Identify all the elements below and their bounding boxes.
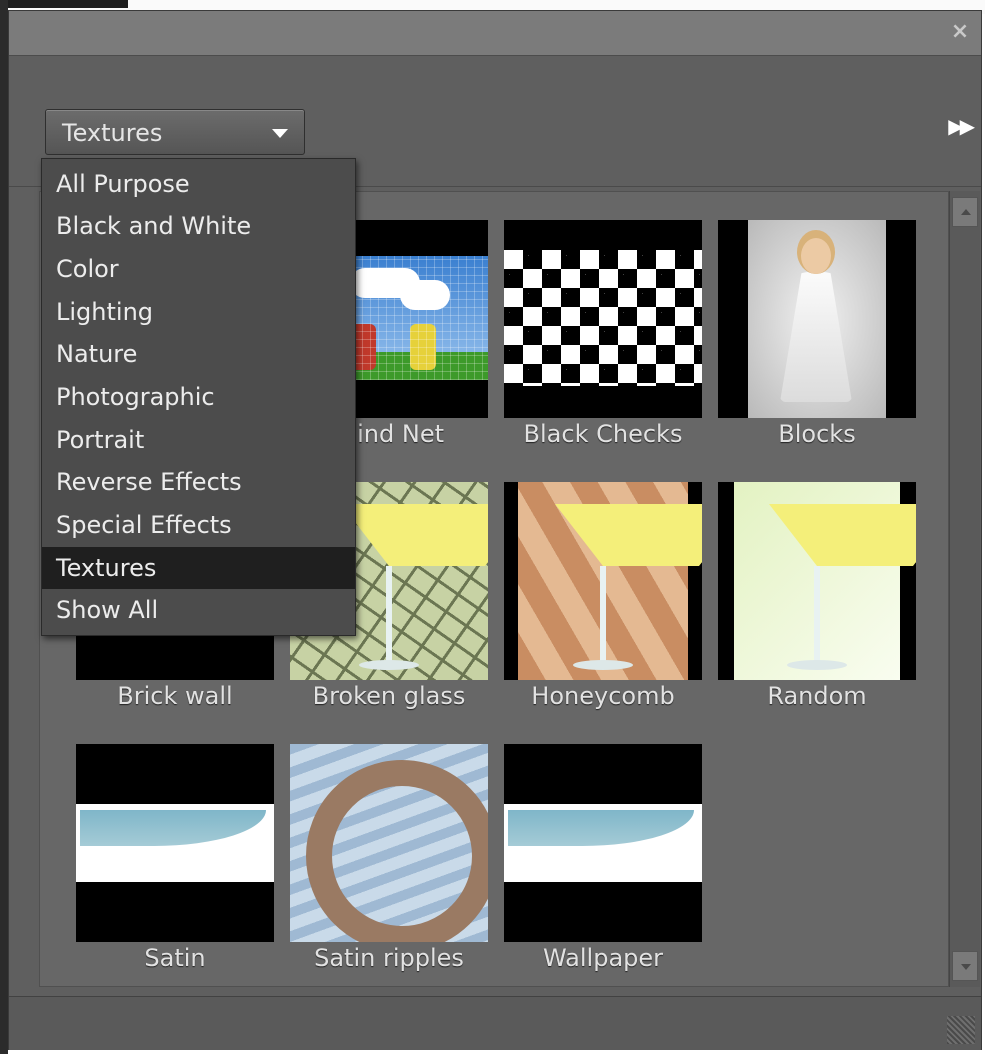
menu-item-color[interactable]: Color xyxy=(42,248,355,290)
thumbnail-satin-ripples[interactable] xyxy=(290,744,488,942)
thumbnail-satin[interactable] xyxy=(76,744,274,942)
scroll-up-button[interactable] xyxy=(952,197,978,227)
thumb-checkerboard xyxy=(504,250,702,386)
menu-item-photographic[interactable]: Photographic xyxy=(42,376,355,418)
thumb-glass-base xyxy=(787,660,847,670)
menu-item-all-purpose[interactable]: All Purpose xyxy=(42,163,355,205)
thumbnail-honeycomb[interactable] xyxy=(504,482,702,680)
thumbnail-black-checks[interactable] xyxy=(504,220,702,418)
thumbnail-label: Brick wall xyxy=(117,682,233,710)
thumbnail-label: Broken glass xyxy=(312,682,466,710)
effects-panel-window: × Textures ▶▶ Blind Net Black Checks Blo… xyxy=(0,0,985,1054)
menu-item-special-effects[interactable]: Special Effects xyxy=(42,504,355,546)
thumb-glass-stem xyxy=(600,566,606,666)
menu-item-reverse-effects[interactable]: Reverse Effects xyxy=(42,461,355,503)
thumb-glass-stem xyxy=(814,566,820,666)
menu-item-textures[interactable]: Textures xyxy=(42,547,355,589)
category-dropdown-menu: All Purpose Black and White Color Lighti… xyxy=(41,158,356,636)
thumbnail-wallpaper[interactable] xyxy=(504,744,702,942)
thumb-glass-base xyxy=(359,660,419,670)
thumb-ring xyxy=(306,760,488,942)
menu-item-black-and-white[interactable]: Black and White xyxy=(42,205,355,247)
panel-titlebar[interactable]: × xyxy=(9,11,981,56)
thumb-glass xyxy=(769,504,916,566)
thumbnail-random[interactable] xyxy=(718,482,916,680)
thumb-glass-stem xyxy=(386,566,392,666)
panel-bottom-bar xyxy=(9,996,981,1050)
scroll-down-button[interactable] xyxy=(952,951,978,981)
thumb-figure-head xyxy=(801,238,831,274)
thumbnail-label: Honeycomb xyxy=(531,682,675,710)
thumbnail-label: Satin ripples xyxy=(314,944,464,972)
resize-grip-icon[interactable] xyxy=(947,1016,975,1044)
dropdown-selected-value: Textures xyxy=(62,119,163,147)
thumbnail-label: Black Checks xyxy=(523,420,683,448)
window-edge xyxy=(0,0,8,1054)
chevron-down-icon xyxy=(272,129,288,138)
menu-item-portrait[interactable]: Portrait xyxy=(42,419,355,461)
thumb-glass xyxy=(555,504,702,566)
menu-item-lighting[interactable]: Lighting xyxy=(42,291,355,333)
thumbnail-label: Random xyxy=(767,682,867,710)
menu-item-nature[interactable]: Nature xyxy=(42,333,355,375)
thumbnail-label: Satin xyxy=(144,944,206,972)
thumbnail-label: Wallpaper xyxy=(542,944,664,972)
close-icon[interactable]: × xyxy=(949,21,971,43)
thumb-glass xyxy=(341,504,488,566)
menu-item-show-all[interactable]: Show All xyxy=(42,589,355,631)
thumb-glass-base xyxy=(573,660,633,670)
thumbnail-label: Blocks xyxy=(778,420,856,448)
vertical-scrollbar[interactable] xyxy=(949,191,980,987)
fast-forward-icon[interactable]: ▶▶ xyxy=(948,114,975,138)
top-strip-dark xyxy=(8,0,128,8)
category-dropdown[interactable]: Textures xyxy=(45,109,305,155)
thumbnail-blocks[interactable] xyxy=(718,220,916,418)
